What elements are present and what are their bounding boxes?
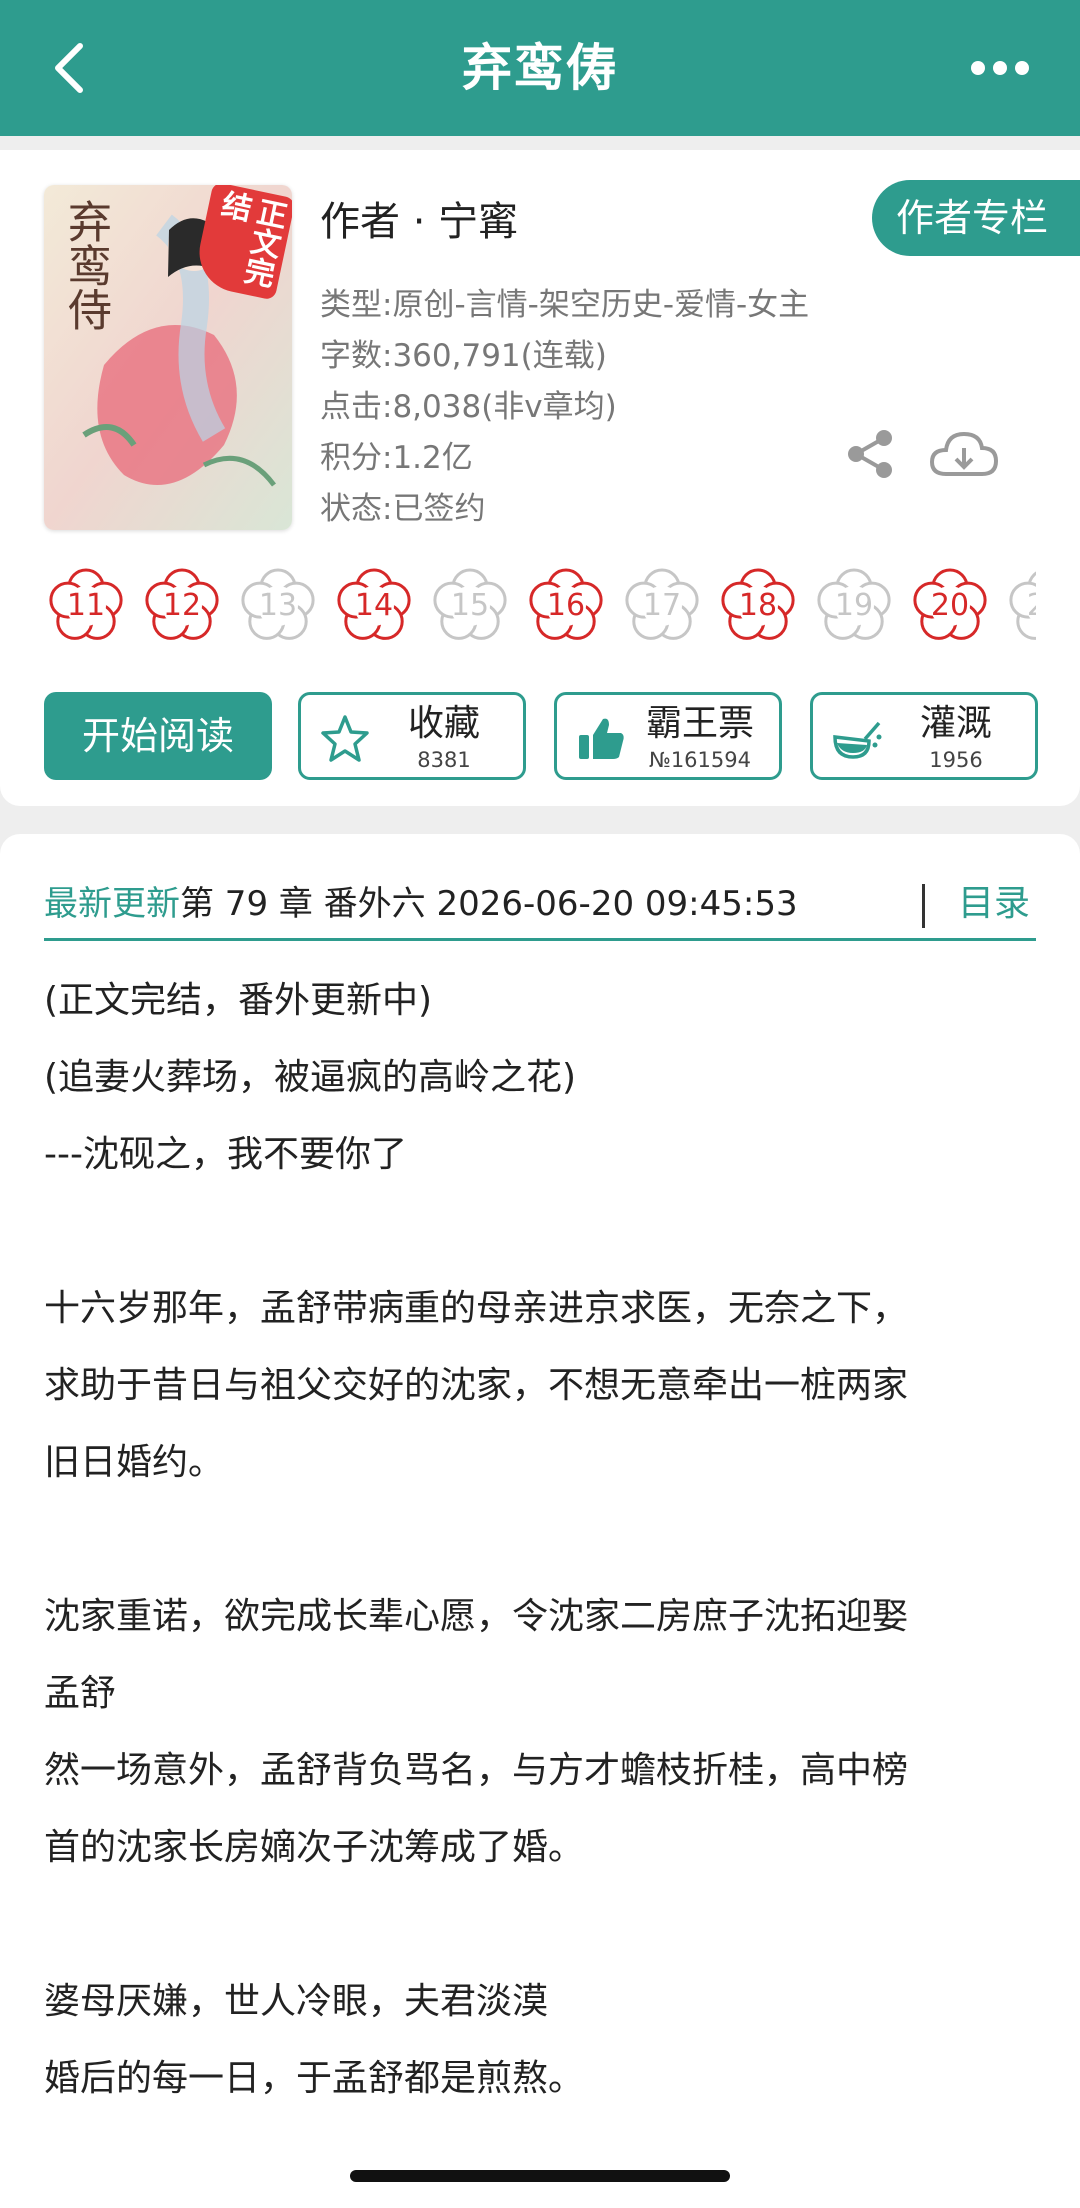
share-button[interactable]	[842, 426, 898, 482]
flower-badge[interactable]: 14	[332, 564, 416, 648]
flower-badge[interactable]: 16	[524, 564, 608, 648]
flower-number: 13	[258, 588, 298, 623]
latest-update-text: 第 79 章 番外六 2026-06-20 09:45:53	[180, 884, 798, 924]
description-card: 最新更新第 79 章 番外六 2026-06-20 09:45:53 目录 (正…	[0, 834, 1080, 2208]
clicks-text: 点击:8,038(非v章均)	[320, 389, 617, 425]
flower-badge[interactable]: 20	[908, 564, 992, 648]
page-title: 弃鸾俦	[462, 39, 618, 97]
flower-badge[interactable]: 11	[44, 564, 128, 648]
download-button[interactable]	[928, 426, 1000, 482]
flower-number: 14	[354, 588, 394, 623]
flower-number: 15	[450, 588, 490, 623]
latest-update-row[interactable]: 最新更新第 79 章 番外六 2026-06-20 09:45:53 目录	[44, 864, 1036, 944]
more-horizontal-icon	[971, 61, 1029, 75]
description-line	[44, 1501, 1044, 1578]
favorite-count: 8381	[417, 748, 471, 772]
flower-badge[interactable]: 13	[236, 564, 320, 648]
thumbs-up-icon	[579, 718, 624, 759]
cloud-download-icon	[929, 431, 999, 476]
book-cover[interactable]: 弃鸾侍 正文完结	[44, 185, 292, 530]
separator	[922, 884, 925, 928]
description-line: 旧日婚约。	[44, 1442, 225, 1483]
vote-count: №161594	[648, 748, 751, 772]
word-count-text: 字数:360,791(连载)	[320, 338, 607, 374]
description-line: (追妻火葬场，被逼疯的高岭之花)	[44, 1057, 577, 1098]
flower-number: 18	[738, 588, 778, 623]
book-meta: 类型:原创-言情-架空历史-爱情-女主 字数:360,791(连载) 点击:8,…	[320, 280, 809, 535]
water-count: 1956	[929, 748, 983, 772]
book-info-card: 弃鸾侍 正文完结 作者 · 宁寗 作者专栏 类型:原创-言情-架空历史-爱情-女…	[0, 150, 1080, 806]
more-button[interactable]	[960, 36, 1040, 100]
start-reading-button[interactable]: 开始阅读	[44, 692, 272, 780]
share-icon	[848, 430, 892, 478]
water-button[interactable]: 灌溉 1956	[810, 692, 1038, 780]
description-line: (正文完结，番外更新中)	[44, 980, 433, 1021]
flower-number: 21	[1004, 586, 1036, 626]
flower-badge[interactable]: 15	[428, 564, 512, 648]
description-line: 求助于昔日与祖父交好的沈家，不想无意牵出一桩两家	[44, 1365, 909, 1406]
description-line	[44, 1886, 1044, 1963]
author-name[interactable]: 作者 · 宁寗	[320, 196, 518, 248]
vote-button[interactable]: 霸王票 №161594	[554, 692, 782, 780]
score-text: 积分:1.2亿	[320, 440, 473, 476]
flower-number: 17	[642, 588, 682, 623]
flower-number: 11	[66, 588, 106, 623]
cover-title: 弃鸾侍	[60, 199, 111, 331]
flower-badge[interactable]: 17	[620, 564, 704, 648]
favorite-label: 收藏	[407, 703, 480, 744]
flower-number: 16	[546, 588, 586, 623]
flower-badge[interactable]: 19	[812, 564, 896, 648]
flower-badge[interactable]: 18	[716, 564, 800, 648]
star-icon	[321, 715, 369, 762]
description-line: ---沈砚之，我不要你了	[44, 1134, 407, 1175]
description-line: 婆母厌嫌，世人冷眼，夫君淡漠	[44, 1981, 549, 2022]
flower-badge[interactable]: 21	[1004, 564, 1036, 648]
latest-update-label: 最新更新	[44, 884, 180, 924]
flower-badge[interactable]: 12	[140, 564, 224, 648]
description-line: 孟舒	[44, 1673, 117, 1714]
author-column-button[interactable]: 作者专栏	[872, 180, 1080, 256]
description-line: 首的沈家长房嫡次子沈筹成了婚。	[44, 1827, 585, 1868]
favorite-button[interactable]: 收藏 8381	[298, 692, 526, 780]
description-line	[44, 1193, 1044, 1270]
water-label: 灌溉	[919, 703, 992, 744]
description-line: 十六岁那年，孟舒带病重的母亲进京求医，无奈之下，	[44, 1288, 909, 1329]
home-indicator[interactable]	[350, 2170, 730, 2182]
description-line: 沈家重诺，欲完成长辈心愿，令沈家二房庶子沈拓迎娶	[44, 1596, 909, 1637]
status-text: 状态:已签约	[320, 491, 486, 527]
flower-number: 20	[930, 588, 970, 623]
nav-bar: 弃鸾俦	[0, 0, 1080, 136]
flower-number: 12	[162, 588, 202, 623]
description-line: 婚后的每一日，于孟舒都是煎熬。	[44, 2058, 585, 2099]
description-line: 然一场意外，孟舒背负骂名，与方才蟾枝折桂，高中榜	[44, 1750, 909, 1791]
book-description: (正文完结，番外更新中) (追妻火葬场，被逼疯的高岭之花) ---沈砚之，我不要…	[44, 962, 1044, 2117]
table-of-contents-link[interactable]: 目录	[958, 864, 1030, 944]
flower-number: 19	[834, 588, 874, 623]
genre-text: 类型:原创-言情-架空历史-爱情-女主	[320, 287, 810, 323]
flower-ratings: 11 12 13 14 15 16 17 18 19 20 21	[44, 564, 1036, 654]
watering-can-icon	[833, 721, 882, 759]
vote-label: 霸王票	[645, 703, 754, 744]
divider	[44, 938, 1036, 941]
